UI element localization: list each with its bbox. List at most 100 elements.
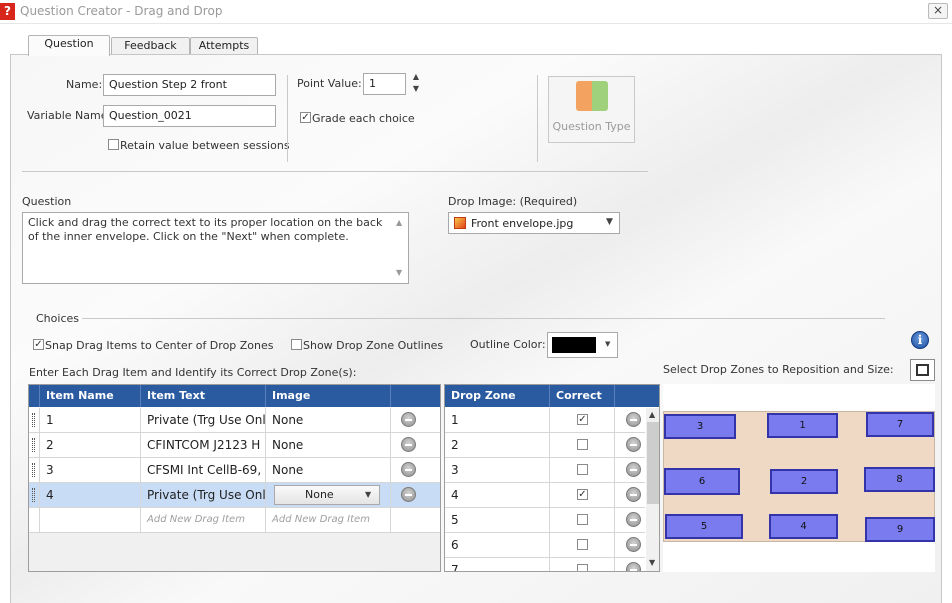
tab-attempts[interactable]: Attempts <box>190 37 258 55</box>
remove-icon[interactable] <box>401 462 416 477</box>
remove-icon[interactable] <box>626 537 641 552</box>
drop-zone-name-cell[interactable]: 1 <box>445 408 550 432</box>
grade-checkbox[interactable]: ✓ <box>300 112 311 123</box>
select-zones-label: Select Drop Zones to Reposition and Size… <box>663 363 894 376</box>
tab-feedback[interactable]: Feedback <box>111 37 190 55</box>
item-name-cell[interactable]: 3 <box>40 458 141 482</box>
correct-checkbox[interactable] <box>577 514 588 525</box>
item-text-cell[interactable]: CFSMI Int CellB-69, 1 <box>141 458 266 482</box>
question-text: Click and drag the correct text to its p… <box>28 216 383 243</box>
drag-handle-icon[interactable] <box>32 413 35 427</box>
drag-handle-icon[interactable] <box>32 438 35 452</box>
retain-checkbox[interactable] <box>108 139 119 150</box>
item-name-cell[interactable]: 2 <box>40 433 141 457</box>
drop-zone[interactable]: 7 <box>866 412 934 437</box>
textarea-scrollbar[interactable]: ▲ ▼ <box>393 214 407 282</box>
scroll-down-icon[interactable]: ▼ <box>649 558 655 567</box>
table-row[interactable]: 1 ✓ <box>445 408 645 433</box>
table-row[interactable]: 7 <box>445 558 645 571</box>
drop-zone[interactable]: 9 <box>865 517 935 542</box>
outline-color-picker[interactable]: ▼ <box>547 332 618 358</box>
remove-icon[interactable] <box>626 487 641 502</box>
question-type-button[interactable]: Question Type <box>548 76 635 143</box>
remove-icon[interactable] <box>626 512 641 527</box>
snap-checkbox[interactable]: ✓ <box>33 339 44 350</box>
image-dropdown[interactable]: None ▼ <box>274 485 380 505</box>
remove-icon[interactable] <box>626 437 641 452</box>
name-input[interactable]: Question Step 2 front <box>103 74 276 96</box>
remove-icon[interactable] <box>401 437 416 452</box>
correct-checkbox[interactable] <box>577 439 588 450</box>
drop-zone-name-cell[interactable]: 6 <box>445 533 550 557</box>
question-type-label: Question Type <box>552 120 631 133</box>
table-row[interactable]: 5 <box>445 508 645 533</box>
remove-icon[interactable] <box>401 487 416 502</box>
item-text-cell[interactable]: CFINTCOM J2123 H <box>141 433 266 457</box>
divider <box>287 75 288 162</box>
point-value-stepper[interactable]: ▲ ▼ <box>410 71 422 97</box>
remove-icon[interactable] <box>401 412 416 427</box>
question-textarea[interactable]: Click and drag the correct text to its p… <box>22 212 409 284</box>
point-value-label: Point Value: <box>297 77 362 90</box>
table-row[interactable]: 4 Private (Trg Use Only None ▼ <box>29 483 440 508</box>
column-drop-zone-name[interactable]: Drop Zone Name <box>445 385 550 424</box>
drop-zone[interactable]: 5 <box>665 514 743 539</box>
table-row[interactable]: 4 ✓ <box>445 483 645 508</box>
add-new-row[interactable]: Add New Drag Item Add New Drag Item <box>29 508 440 533</box>
drop-zone-name-cell[interactable]: 2 <box>445 433 550 457</box>
scroll-thumb[interactable] <box>647 422 659 504</box>
table-row[interactable]: 3 CFSMI Int CellB-69, 1 None <box>29 458 440 483</box>
drag-handle-icon[interactable] <box>32 463 35 477</box>
column-item-text[interactable]: Item Text <box>141 385 266 407</box>
column-item-name[interactable]: Item Name <box>40 385 141 407</box>
correct-checkbox[interactable]: ✓ <box>577 414 588 425</box>
drag-handle-icon[interactable] <box>32 488 35 502</box>
column-correct[interactable]: Correct <box>550 385 615 407</box>
variable-name-input[interactable]: Question_0021 <box>103 105 276 127</box>
drop-zone-name-cell[interactable]: 7 <box>445 558 550 571</box>
correct-checkbox[interactable] <box>577 464 588 475</box>
table-row[interactable]: 3 <box>445 458 645 483</box>
add-new-text-cell[interactable]: Add New Drag Item <box>141 508 266 532</box>
correct-checkbox[interactable] <box>577 539 588 550</box>
item-name-cell[interactable]: 1 <box>40 408 141 432</box>
drop-image-select[interactable]: Front envelope.jpg ▼ <box>448 212 620 234</box>
zones-scrollbar[interactable]: ▲ ▼ <box>646 408 659 571</box>
outline-color-swatch <box>552 337 596 353</box>
drop-zone-name-cell[interactable]: 5 <box>445 508 550 532</box>
item-image-cell[interactable]: None <box>266 458 391 482</box>
remove-icon[interactable] <box>626 412 641 427</box>
item-name-cell[interactable]: 4 <box>40 483 141 507</box>
table-row[interactable]: 2 CFINTCOM J2123 H None <box>29 433 440 458</box>
drop-zone[interactable]: 6 <box>664 468 740 495</box>
scroll-up-icon[interactable]: ▲ <box>649 410 655 419</box>
correct-checkbox[interactable]: ✓ <box>577 489 588 500</box>
tab-question[interactable]: Question <box>28 35 110 56</box>
drop-zone[interactable]: 2 <box>770 469 838 494</box>
item-text-cell[interactable]: Private (Trg Use Only <box>141 408 266 432</box>
item-image-cell[interactable]: None <box>266 408 391 432</box>
add-new-image-cell[interactable]: Add New Drag Item <box>266 508 391 532</box>
remove-icon[interactable] <box>626 462 641 477</box>
show-outlines-label: Show Drop Zone Outlines <box>303 339 444 352</box>
drop-zone[interactable]: 4 <box>769 514 838 539</box>
point-value-input[interactable]: 1 <box>363 73 406 95</box>
remove-icon[interactable] <box>626 562 641 571</box>
item-text-cell[interactable]: Private (Trg Use Only <box>141 483 266 507</box>
table-row[interactable]: 1 Private (Trg Use Only None <box>29 408 440 433</box>
close-button[interactable]: × <box>928 3 948 19</box>
correct-checkbox[interactable] <box>577 564 588 571</box>
info-icon[interactable]: i <box>911 331 929 349</box>
item-image-cell[interactable]: None <box>266 433 391 457</box>
table-row[interactable]: 2 <box>445 433 645 458</box>
fit-to-frame-button[interactable] <box>910 359 935 381</box>
title-bar: ? Question Creator - Drag and Drop × <box>0 0 952 24</box>
show-outlines-checkbox[interactable] <box>291 339 302 350</box>
drop-zone[interactable]: 8 <box>864 467 935 492</box>
column-image[interactable]: Image <box>266 385 391 407</box>
drop-zone[interactable]: 1 <box>767 413 838 438</box>
drop-zone-name-cell[interactable]: 3 <box>445 458 550 482</box>
table-row[interactable]: 6 <box>445 533 645 558</box>
drop-zone[interactable]: 3 <box>664 414 736 439</box>
drop-zone-name-cell[interactable]: 4 <box>445 483 550 507</box>
